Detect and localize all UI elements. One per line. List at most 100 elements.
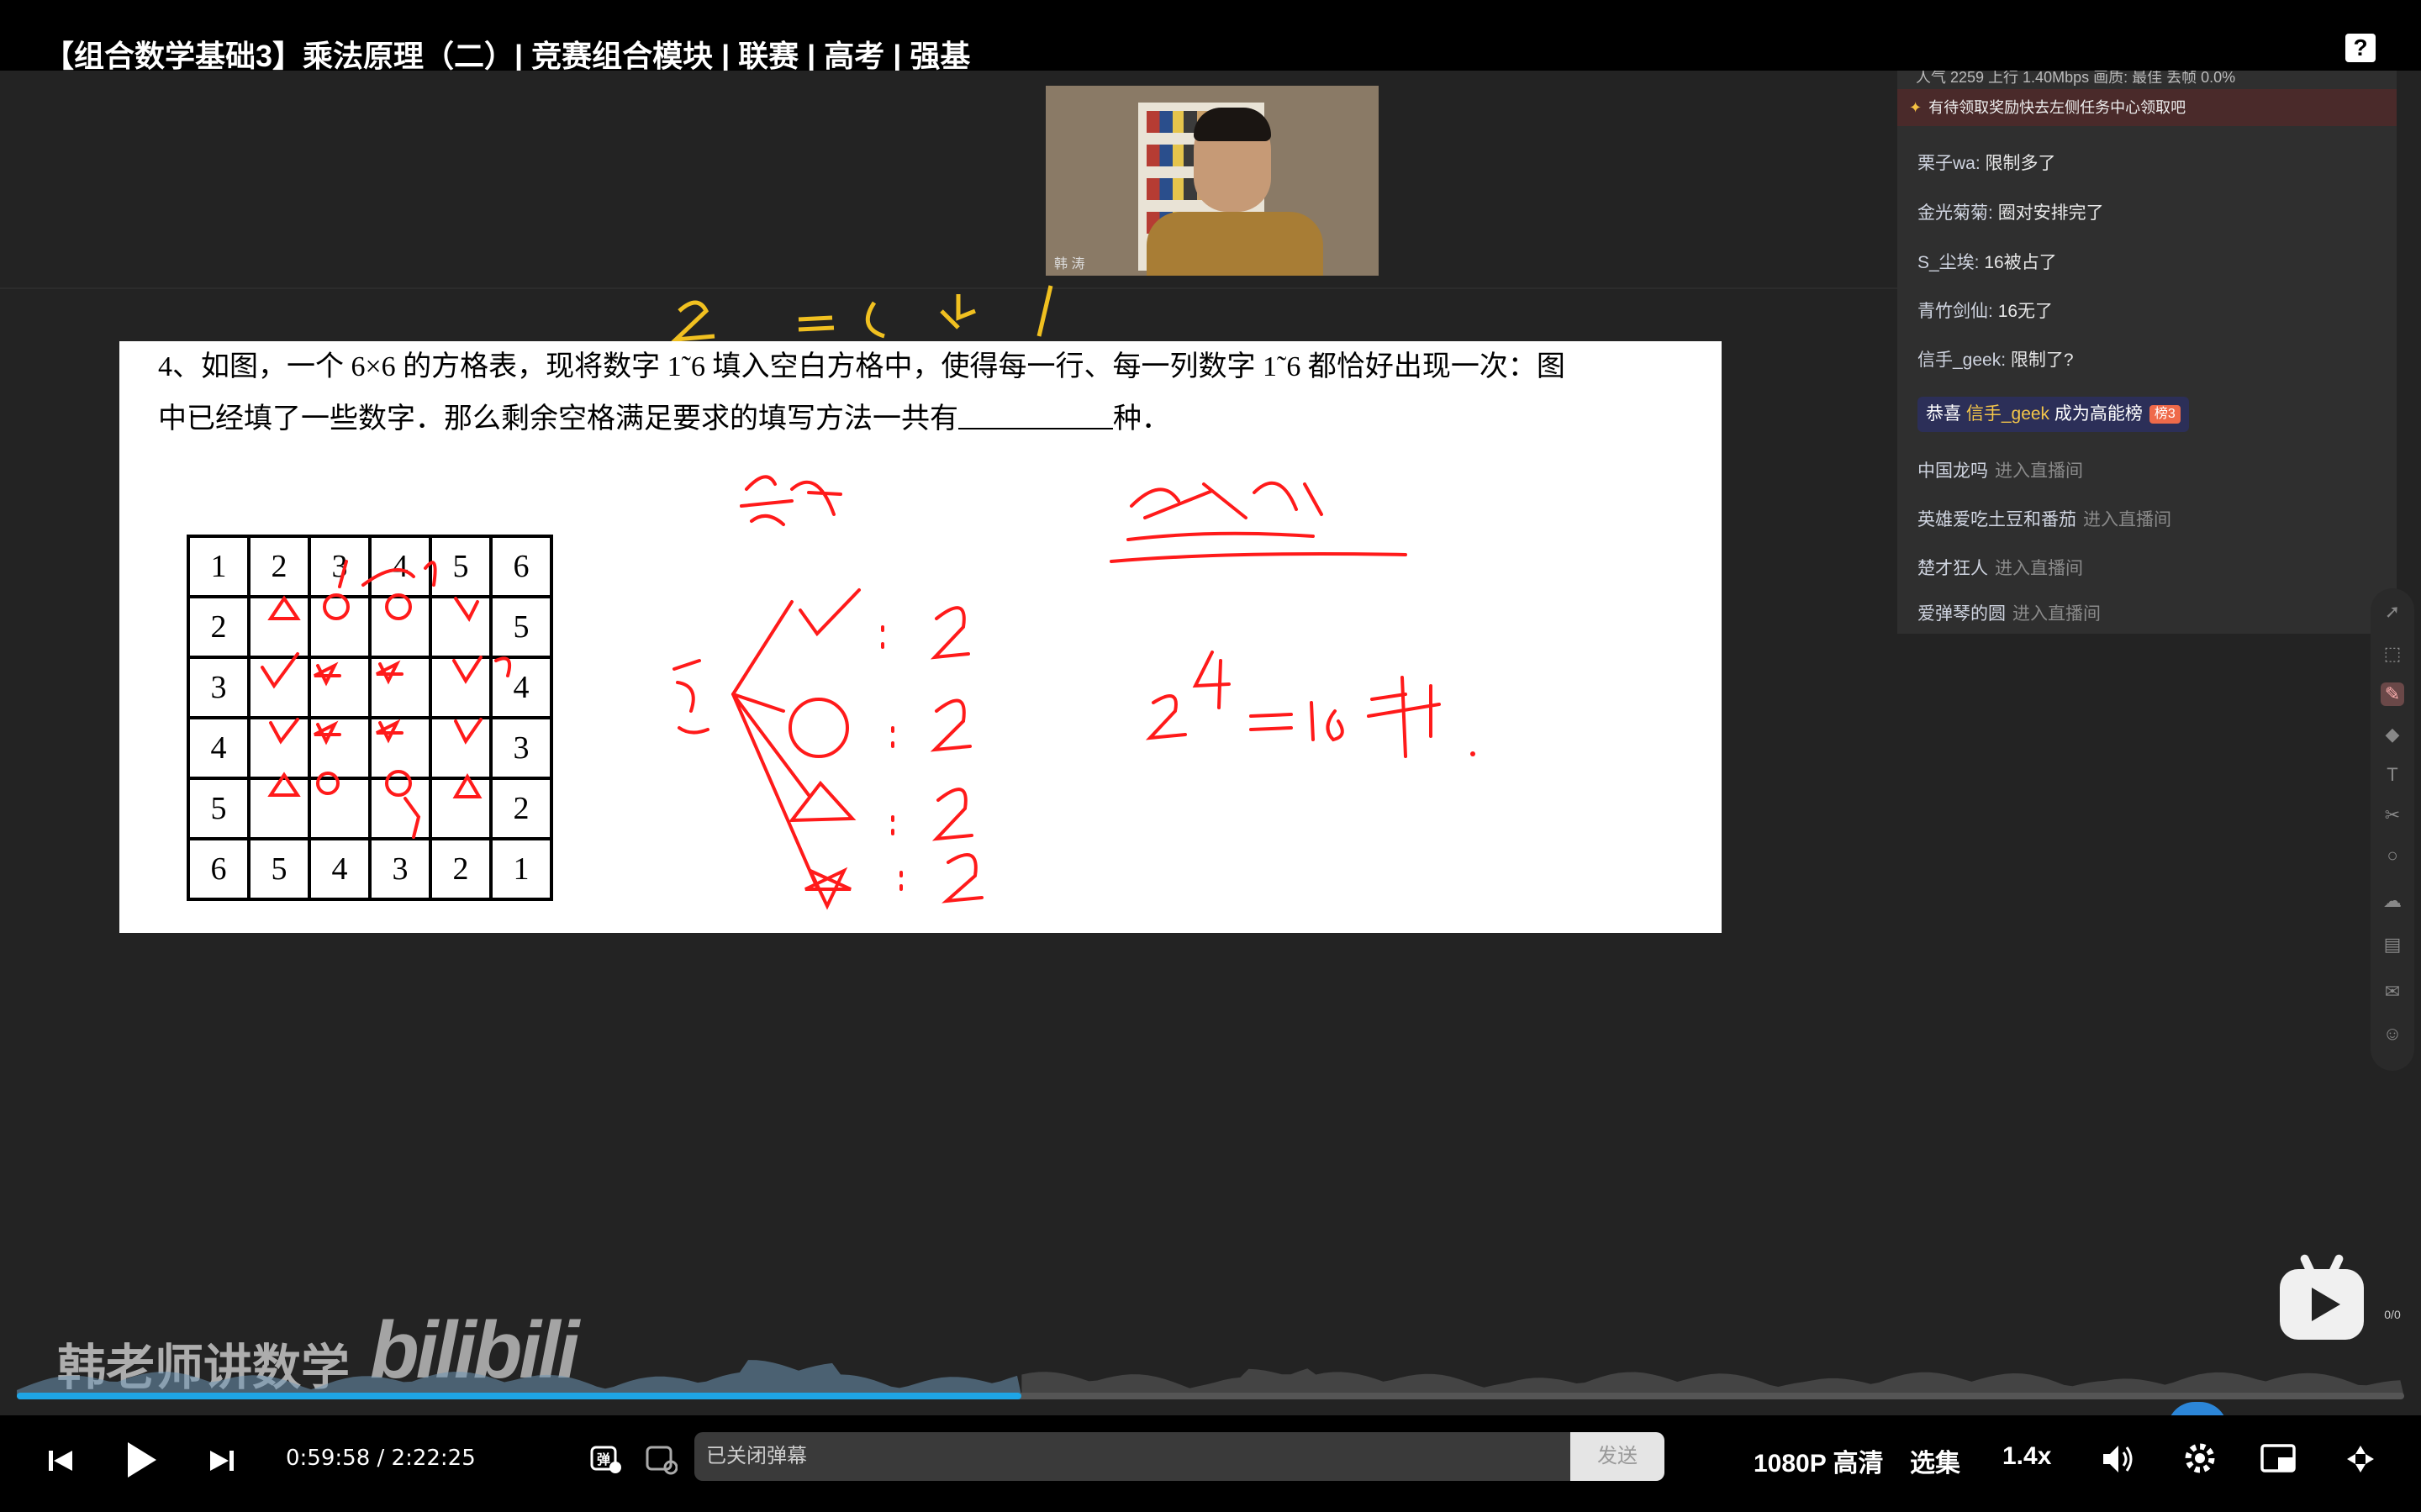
webcam-label: 韩 涛 bbox=[1054, 257, 1085, 271]
svg-text:弹: 弹 bbox=[597, 1451, 610, 1467]
zhong-character bbox=[1367, 676, 1441, 758]
equals-sign bbox=[1249, 713, 1293, 731]
pen-icon[interactable]: ✎ bbox=[2381, 682, 2404, 706]
pen-cursor bbox=[1470, 751, 1475, 756]
chat-user[interactable]: 栗子wa: bbox=[1917, 154, 1981, 173]
enter-text: 进入直播间 bbox=[1995, 559, 2083, 578]
grid-row3-marks bbox=[261, 652, 512, 689]
enter-notice: 爱弹琴的圆 进入直播间 bbox=[1917, 600, 2101, 625]
star-symbol bbox=[804, 867, 852, 910]
problem-slide: 4、如图，一个 6×6 的方格表，现将数字 1˜6 填入空白方格中，使得每一行、… bbox=[119, 341, 1722, 933]
chat-user[interactable]: S_尘埃: bbox=[1917, 253, 1980, 272]
heading-scribble-1 bbox=[740, 475, 842, 526]
chat-user[interactable]: 中国龙吗 bbox=[1917, 461, 1988, 481]
episodes-button[interactable]: 选集 bbox=[1910, 1442, 1960, 1479]
digit-2-c bbox=[931, 788, 973, 841]
eraser-icon[interactable]: ◆ bbox=[2381, 723, 2404, 746]
chat-panel: 人气 2259 上行 1.40Mbps 画质: 最佳 丢帧 0.0% ✦ 有待领取… bbox=[1897, 71, 2397, 634]
rank-badge: 榜3 bbox=[2149, 405, 2181, 424]
enter-text: 进入直播间 bbox=[2083, 510, 2171, 529]
player-controls: 0:59:58 / 2:22:25 弹 已关闭弹幕 发送 1080P 高清 选集… bbox=[0, 1415, 2421, 1512]
text-icon[interactable]: T bbox=[2381, 763, 2404, 787]
heading-scribble-2 bbox=[1130, 481, 1323, 519]
time-separator: / bbox=[377, 1446, 385, 1471]
volume-icon[interactable] bbox=[2098, 1441, 2135, 1478]
help-icon[interactable]: ? bbox=[2345, 34, 2376, 62]
cloud-icon[interactable]: ☁ bbox=[2381, 889, 2404, 913]
picture-in-picture-icon[interactable] bbox=[2260, 1442, 2298, 1476]
enter-notice: 楚才狂人 进入直播间 bbox=[1917, 555, 2083, 580]
star-icon: ✦ bbox=[1909, 99, 1923, 116]
red-annotations bbox=[261, 475, 1475, 910]
chat-message: 青竹剑仙: 16无了 bbox=[1917, 298, 2053, 323]
next-icon[interactable] bbox=[205, 1444, 239, 1478]
check-mark bbox=[799, 588, 861, 637]
presenter-hair bbox=[1194, 108, 1271, 141]
webcam-video[interactable]: 韩 涛 bbox=[1046, 86, 1379, 276]
branch-lines bbox=[731, 600, 819, 889]
scissors-icon[interactable]: ✂ bbox=[2381, 803, 2404, 827]
power-base-2 bbox=[1145, 694, 1187, 740]
reward-notice[interactable]: ✦ 有待领取奖励快去左侧任务中心领取吧 bbox=[1897, 89, 2397, 126]
number-16 bbox=[1310, 701, 1344, 742]
circle-symbol bbox=[789, 698, 849, 758]
grid-row2-marks bbox=[267, 593, 479, 622]
current-time: 0:59:58 bbox=[286, 1446, 371, 1471]
play-icon[interactable] bbox=[119, 1437, 161, 1483]
branch-root-scribble bbox=[672, 659, 709, 735]
send-button[interactable]: 发送 bbox=[1570, 1432, 1664, 1481]
reward-notice-text: 有待领取奖励快去左侧任务中心领取吧 bbox=[1928, 99, 2186, 116]
chat-text: 16无了 bbox=[1997, 302, 2054, 321]
enter-text: 进入直播间 bbox=[1995, 461, 2083, 481]
speed-button[interactable]: 1.4x bbox=[2002, 1442, 2051, 1471]
quality-button[interactable]: 1080P 高清 bbox=[1754, 1442, 1884, 1479]
chat-message: 信手_geek: 限制了? bbox=[1917, 346, 2074, 371]
grid-row5-marks bbox=[267, 770, 483, 839]
chat-message: 金光菊菊: 圈对安排完了 bbox=[1917, 199, 2104, 224]
settings-icon[interactable] bbox=[2181, 1439, 2219, 1478]
annotation-toolbar: ➚ ⬚ ✎ ◆ T ✂ ○ ☁ ▤ ✉ ☺ bbox=[2371, 588, 2414, 1071]
chat-user[interactable]: 信手_geek: bbox=[1917, 350, 2006, 370]
danmaku-toggle-icon[interactable]: 弹 bbox=[588, 1442, 622, 1476]
congrats-suffix: 成为高能榜 bbox=[2054, 404, 2143, 424]
chat-user[interactable]: 楚才狂人 bbox=[1917, 559, 1988, 578]
chat-message: S_尘埃: 16被占了 bbox=[1917, 249, 2057, 274]
pointer-icon[interactable]: ➚ bbox=[2381, 600, 2404, 624]
progress-bar[interactable] bbox=[17, 1393, 2404, 1399]
select-icon[interactable]: ⬚ bbox=[2381, 642, 2404, 666]
video-title: 【组合数学基础3】乘法原理（二）| 竞赛组合模块 | 联赛 | 高考 | 强基 bbox=[44, 39, 971, 73]
congrats-user[interactable]: 信手_geek bbox=[1966, 404, 2049, 424]
triangle-symbol bbox=[788, 780, 857, 823]
chat-user[interactable]: 金光菊菊: bbox=[1917, 203, 1993, 223]
bilibili-tv-icon[interactable] bbox=[2280, 1253, 2364, 1340]
chat-user[interactable]: 青竹剑仙: bbox=[1917, 302, 1993, 321]
web-fullscreen-icon[interactable] bbox=[2340, 1439, 2381, 1479]
digit-2-d bbox=[942, 853, 984, 904]
rank-congrats-banner: 恭喜 信手_geek 成为高能榜 榜3 bbox=[1917, 397, 2189, 432]
heading-underline bbox=[1110, 531, 1407, 563]
stream-stats: 人气 2259 上行 1.40Mbps 画质: 最佳 丢帧 0.0% bbox=[1916, 71, 2236, 86]
digit-2-b bbox=[930, 698, 972, 752]
chat-user[interactable]: 英雄爱吃土豆和番茄 bbox=[1917, 510, 2076, 529]
chat-text: 限制多了 bbox=[1985, 154, 2056, 173]
chat-text: 限制了? bbox=[2010, 350, 2074, 370]
previous-icon[interactable] bbox=[44, 1444, 77, 1478]
presenter-body bbox=[1147, 212, 1323, 276]
total-duration: 2:22:25 bbox=[391, 1446, 476, 1471]
toolbox-icon[interactable]: ▤ bbox=[2381, 933, 2404, 956]
comment-icon[interactable]: ✉ bbox=[2381, 980, 2404, 1004]
chat-user[interactable]: 爱弹琴的圆 bbox=[1917, 604, 2006, 624]
enter-text: 进入直播间 bbox=[2012, 604, 2101, 624]
chat-text: 圈对安排完了 bbox=[1997, 203, 2104, 223]
shape-icon[interactable]: ○ bbox=[2381, 844, 2404, 867]
danmaku-settings-icon[interactable] bbox=[644, 1442, 678, 1476]
enter-notice: 中国龙吗 进入直播间 bbox=[1917, 457, 2083, 482]
danmaku-input[interactable]: 已关闭弹幕 bbox=[694, 1432, 1572, 1481]
users-icon[interactable]: ☺ bbox=[2381, 1022, 2404, 1046]
time-display: 0:59:58 / 2:22:25 bbox=[286, 1446, 476, 1471]
grid-top-marks bbox=[338, 560, 437, 588]
power-exponent-4 bbox=[1192, 651, 1231, 709]
grid-row4-marks bbox=[269, 718, 483, 745]
progress-fill bbox=[17, 1393, 1022, 1399]
chat-message: 栗子wa: 限制多了 bbox=[1917, 150, 2056, 175]
